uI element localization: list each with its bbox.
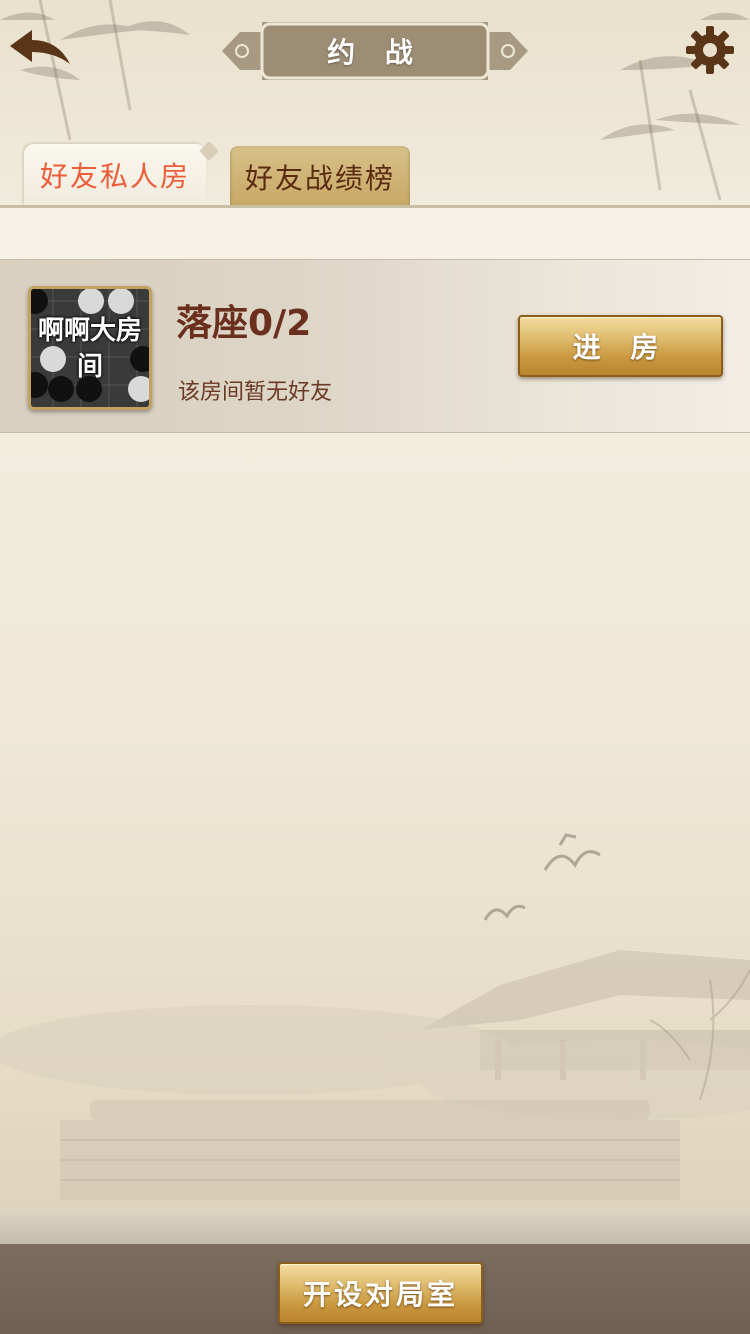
gear-icon bbox=[686, 26, 734, 74]
settings-button[interactable] bbox=[682, 22, 738, 78]
tab-private-rooms[interactable]: 好友私人房 bbox=[24, 144, 206, 206]
list-header-strip bbox=[0, 208, 750, 258]
room-status-text: 该房间暂无好友 bbox=[178, 380, 333, 405]
back-arrow-icon bbox=[10, 30, 70, 64]
tab-friend-rankings[interactable]: 好友战绩榜 bbox=[230, 146, 410, 208]
bottom-bar-edge bbox=[0, 1210, 750, 1244]
room-thumbnail: 啊啊大房间 bbox=[28, 286, 152, 410]
page-title: 约 战 bbox=[327, 36, 423, 69]
enter-room-button[interactable]: 进 房 bbox=[518, 315, 723, 377]
room-seat-count: 落座0/2 bbox=[176, 303, 312, 344]
room-name: 啊啊大房间 bbox=[37, 316, 142, 382]
create-room-button[interactable]: 开设对局室 bbox=[278, 1262, 483, 1324]
back-button[interactable] bbox=[6, 26, 76, 76]
